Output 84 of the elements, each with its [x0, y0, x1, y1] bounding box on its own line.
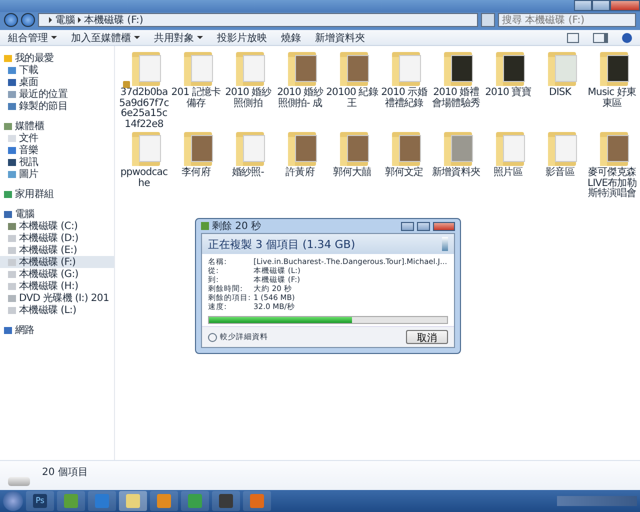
start-button[interactable] — [3, 491, 23, 511]
sidebar-item[interactable]: 網路 — [0, 324, 114, 336]
folder-item[interactable]: 201 記憶卡備存 — [170, 50, 222, 130]
sidebar-item[interactable]: 錄製的節目 — [0, 100, 114, 112]
sidebar-item[interactable]: DVD 光碟機 (I:) 201 — [0, 292, 114, 304]
sidebar-item[interactable]: 本機磁碟 (C:) — [0, 220, 114, 232]
sidebar-item[interactable]: 圖片 — [0, 168, 114, 180]
folder-item[interactable]: 許黃府 — [274, 130, 326, 200]
sidebar-item[interactable]: 電腦 — [0, 208, 114, 220]
folder-item[interactable]: 20100 紀錄王 — [326, 50, 378, 130]
sidebar-item[interactable]: 本機磁碟 (H:) — [0, 280, 114, 292]
sidebar-item[interactable]: 本機磁碟 (L:) — [0, 304, 114, 316]
folder-item[interactable]: Music 好東東區 — [586, 50, 638, 130]
breadcrumb[interactable]: 本機磁碟 (F:) — [84, 13, 144, 27]
folder-item[interactable]: 麥可傑克森 LIVE布加勒斯特演唱會 — [586, 130, 638, 200]
cancel-button[interactable]: 取消 — [406, 330, 448, 344]
taskbar-app[interactable]: Ps — [26, 491, 54, 511]
sidebar-item[interactable]: 最近的位置 — [0, 88, 114, 100]
chevron-icon — [49, 17, 52, 23]
sidebar-item[interactable]: 下載 — [0, 64, 114, 76]
dialog-title: 剩餘 20 秒 — [212, 220, 262, 233]
caret-icon — [51, 36, 57, 39]
maximize-button[interactable] — [592, 0, 610, 11]
sidebar-icon — [4, 190, 12, 198]
folder-item[interactable]: 婚紗照- — [222, 130, 274, 200]
sidebar-item[interactable]: 本機磁碟 (E:) — [0, 244, 114, 256]
sidebar-item[interactable]: 本機磁碟 (F:) — [0, 256, 114, 268]
toolbar-button[interactable]: 燒錄 — [281, 30, 301, 44]
folder-item[interactable]: 37d2b0ba5a9d67f7c6e25a15c14f22e8 — [118, 50, 170, 130]
minimize-button[interactable] — [574, 0, 592, 11]
folder-item[interactable]: 2010 示婚禮禮紀錄 — [378, 50, 430, 130]
drive-icon — [8, 477, 30, 486]
lock-icon — [123, 81, 130, 88]
close-button[interactable] — [433, 222, 455, 230]
view-icon[interactable] — [567, 32, 579, 42]
toolbar-button[interactable]: 組合管理 — [8, 30, 57, 44]
folder-item[interactable]: 2010 婚紗照側拍 — [222, 50, 274, 130]
help-icon[interactable] — [622, 32, 632, 42]
toolbar-button[interactable]: 加入至媒體櫃 — [71, 30, 140, 44]
preview-pane-icon[interactable] — [593, 32, 608, 42]
sidebar-item[interactable]: 視訊 — [0, 156, 114, 168]
toolbar-button[interactable]: 新增資料夾 — [315, 30, 365, 44]
taskbar-app[interactable] — [150, 491, 178, 511]
taskbar-app[interactable] — [119, 491, 147, 511]
sidebar-item[interactable]: 桌面 — [0, 76, 114, 88]
folder-item[interactable]: 照片區 — [482, 130, 534, 200]
folder-item[interactable]: 2010 婚禮會場體驗秀 — [430, 50, 482, 130]
folder-item[interactable]: 2010 婚紗照側拍- 成 — [274, 50, 326, 130]
sidebar-item[interactable]: 家用群組 — [0, 188, 114, 200]
maximize-button[interactable] — [417, 222, 430, 230]
search-field[interactable]: 搜尋 本機磁碟 (F:) — [498, 13, 636, 27]
breadcrumb[interactable]: 電腦 — [55, 13, 75, 27]
sidebar-item[interactable]: 本機磁碟 (G:) — [0, 268, 114, 280]
folder-item[interactable]: 郭何大囍 — [326, 130, 378, 200]
file-transfer-icon — [442, 237, 448, 251]
folder-item[interactable]: DISK — [534, 50, 586, 130]
folder-item[interactable]: ppwodcache — [118, 130, 170, 200]
caret-icon — [134, 36, 140, 39]
taskbar-app[interactable] — [212, 491, 240, 511]
caret-icon — [197, 36, 203, 39]
back-button[interactable] — [4, 13, 18, 27]
chevron-icon — [78, 17, 81, 23]
folder-item[interactable]: 郭何文定 — [378, 130, 430, 200]
sidebar-item[interactable]: 音樂 — [0, 144, 114, 156]
sidebar-item[interactable]: 我的最愛 — [0, 52, 114, 64]
toolbar-button[interactable]: 投影片放映 — [217, 30, 267, 44]
address-bar[interactable]: 電腦 本機磁碟 (F:) — [38, 13, 478, 27]
sidebar-item[interactable]: 媒體櫃 — [0, 120, 114, 132]
dialog-heading: 正在複製 3 個項目 (1.34 GB) — [208, 236, 356, 252]
sidebar-item[interactable]: 文件 — [0, 132, 114, 144]
refresh-button[interactable] — [481, 13, 495, 27]
toolbar-button[interactable]: 共用對象 — [154, 30, 203, 44]
forward-button[interactable] — [21, 13, 35, 27]
sidebar-item[interactable]: 本機磁碟 (D:) — [0, 232, 114, 244]
close-button[interactable] — [610, 0, 640, 11]
folder-item[interactable]: 2010 寶寶 — [482, 50, 534, 130]
item-count: 20 個項目 — [42, 466, 88, 480]
copy-icon — [201, 222, 209, 230]
sidebar-icon — [4, 326, 12, 334]
minimize-button[interactable] — [401, 222, 414, 230]
folder-item[interactable]: 影音區 — [534, 130, 586, 200]
folder-item[interactable]: 新增資料夾 — [430, 130, 482, 200]
chevron-icon — [208, 332, 217, 342]
folder-item[interactable]: 李何府 — [170, 130, 222, 200]
